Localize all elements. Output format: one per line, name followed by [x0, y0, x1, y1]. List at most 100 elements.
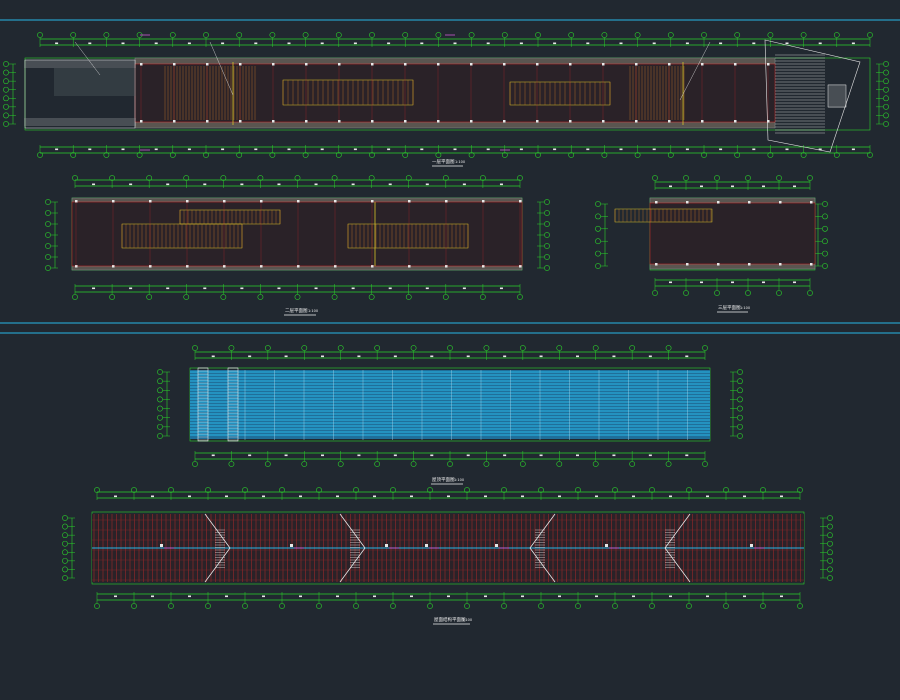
- dimension-text-bottom: [519, 148, 523, 151]
- dimension-text-bottom: [648, 454, 652, 457]
- column: [810, 201, 813, 204]
- dimension-text-bottom: [719, 148, 723, 151]
- plan-2-title: 二层平面图: [285, 308, 308, 314]
- dimension-text-top: [462, 183, 466, 186]
- column: [437, 63, 440, 66]
- column: [767, 63, 770, 66]
- dimension-text-top: [669, 185, 672, 188]
- column: [503, 63, 506, 66]
- dimension-text-top: [203, 183, 207, 186]
- dimension-text-bottom: [486, 148, 490, 151]
- dimension-text-bottom: [743, 595, 746, 598]
- dimension-text-bottom: [762, 281, 765, 284]
- roof-plan-title: 屋顶平面图: [432, 477, 455, 483]
- dimension-text-top: [484, 495, 487, 498]
- dimension-text-top: [321, 355, 324, 358]
- dimension-text-top: [648, 355, 652, 358]
- column: [519, 265, 522, 268]
- column: [717, 201, 720, 204]
- dimension-text-bottom: [447, 595, 450, 598]
- column: [503, 120, 506, 123]
- dimension-text-bottom: [225, 595, 228, 598]
- column: [297, 200, 300, 203]
- dimension-text-bottom: [336, 595, 339, 598]
- dimension-text-bottom: [466, 454, 470, 457]
- dimension-text-bottom: [254, 148, 258, 151]
- dimension-text-bottom: [188, 595, 191, 598]
- dimension-text-bottom: [700, 281, 703, 284]
- column: [470, 120, 473, 123]
- column: [635, 120, 638, 123]
- dimension-text-bottom: [121, 148, 125, 151]
- dimension-text-bottom: [88, 148, 92, 151]
- column: [305, 120, 308, 123]
- dimension-text-top: [225, 495, 228, 498]
- dimension-text-top: [121, 42, 125, 45]
- dimension-text-top: [685, 42, 689, 45]
- dimension-text-top: [188, 495, 191, 498]
- dimension-text-top: [320, 42, 324, 45]
- plan-1-bottom-wall: [134, 121, 776, 129]
- column: [779, 201, 782, 204]
- structure-node: [605, 544, 608, 547]
- dimension-text-top: [669, 495, 672, 498]
- dimension-text-bottom: [430, 454, 434, 457]
- column: [75, 200, 78, 203]
- dimension-text-bottom: [558, 595, 561, 598]
- dimension-text-bottom: [387, 148, 391, 151]
- column: [223, 200, 226, 203]
- plan-3-floor: [649, 202, 816, 265]
- structure-node: [290, 544, 293, 547]
- dimension-text-bottom: [586, 148, 590, 151]
- column: [734, 63, 737, 66]
- dimension-text-bottom: [652, 148, 656, 151]
- column: [810, 263, 813, 266]
- column: [260, 200, 263, 203]
- dimension-text-top: [632, 495, 635, 498]
- column: [239, 120, 242, 123]
- dimension-text-bottom: [353, 148, 357, 151]
- column: [223, 265, 226, 268]
- column: [149, 265, 152, 268]
- column: [140, 63, 143, 66]
- column: [668, 63, 671, 66]
- dimension-text-top: [706, 495, 709, 498]
- dimension-text-top: [499, 183, 503, 186]
- dimension-text-bottom: [373, 595, 376, 598]
- plan-3-title: 三层平面图: [718, 305, 741, 311]
- column: [536, 120, 539, 123]
- dimension-text-top: [539, 355, 543, 358]
- dimension-text-top: [818, 42, 822, 45]
- structure-node: [160, 544, 163, 547]
- dimension-text-bottom: [92, 287, 96, 290]
- dimension-text-top: [793, 185, 796, 188]
- dimension-text-top: [277, 183, 281, 186]
- dimension-text-top: [743, 495, 746, 498]
- dimension-text-bottom: [284, 454, 288, 457]
- column: [338, 63, 341, 66]
- dimension-text-top: [719, 42, 723, 45]
- dimension-text-bottom: [320, 148, 324, 151]
- column: [112, 265, 115, 268]
- dimension-text-top: [254, 42, 258, 45]
- dimension-text-top: [652, 42, 656, 45]
- dimension-text-top: [262, 495, 265, 498]
- dimension-text-top: [351, 183, 355, 186]
- column: [272, 63, 275, 66]
- dimension-text-top: [752, 42, 756, 45]
- column: [404, 120, 407, 123]
- column: [371, 200, 374, 203]
- column: [655, 263, 658, 266]
- dimension-text-bottom: [553, 148, 557, 151]
- dimension-text-bottom: [669, 281, 672, 284]
- column: [272, 120, 275, 123]
- dimension-text-top: [586, 42, 590, 45]
- dimension-text-bottom: [595, 595, 598, 598]
- dimension-text-bottom: [793, 281, 796, 284]
- dimension-text-top: [595, 495, 598, 498]
- column: [260, 265, 263, 268]
- dimension-text-top: [420, 42, 424, 45]
- dimension-text-top: [88, 42, 92, 45]
- dimension-text-bottom: [576, 454, 579, 457]
- plan-1-top-wall: [134, 57, 776, 65]
